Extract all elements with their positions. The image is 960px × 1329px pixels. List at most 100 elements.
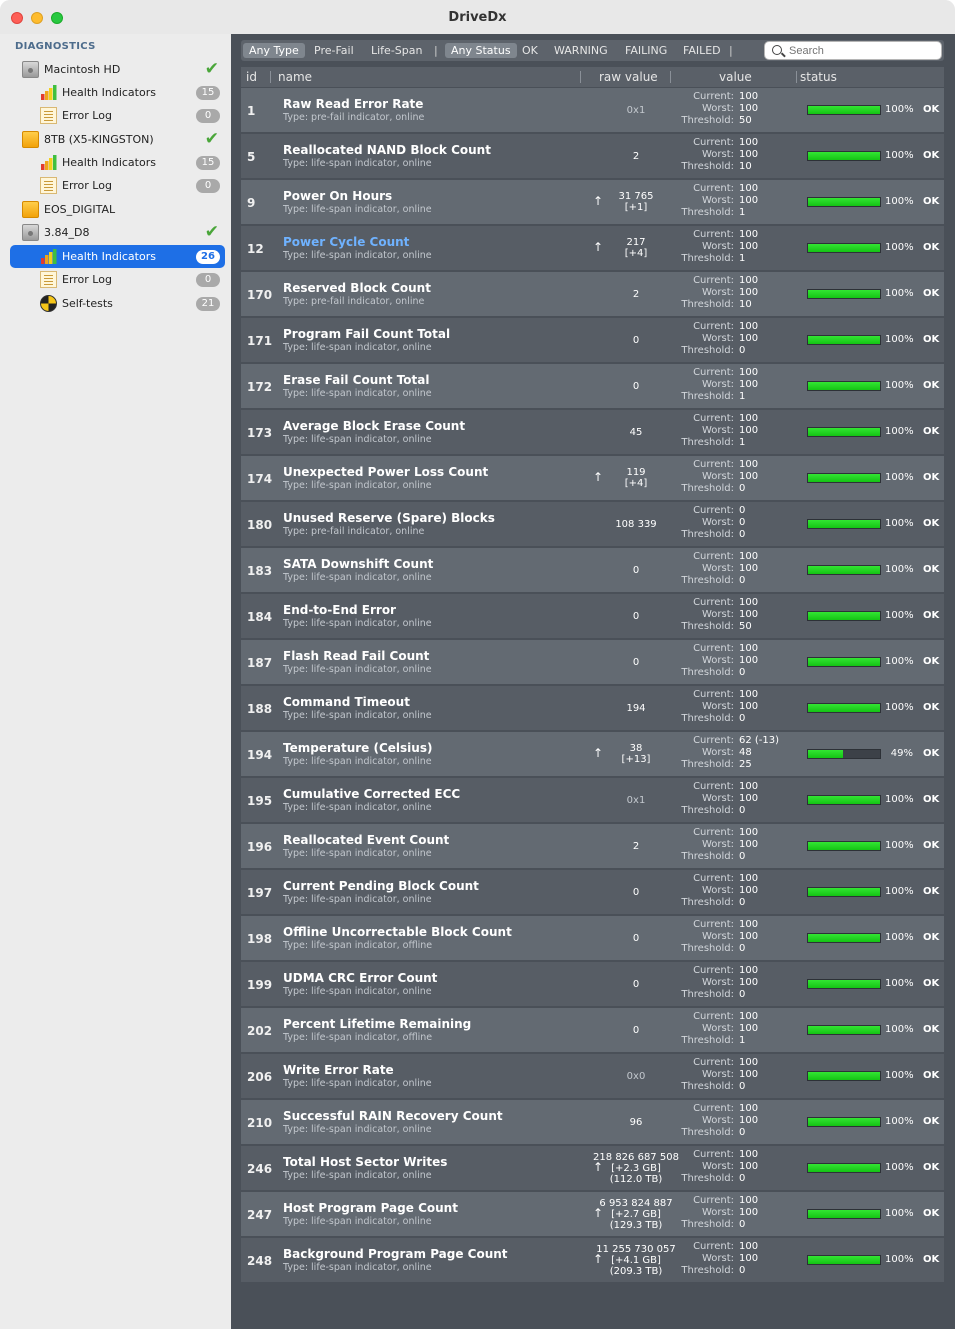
table-row[interactable]: 197 Current Pending Block Count Type: life… xyxy=(241,870,944,914)
table-row[interactable]: 172 Erase Fail Count Total Type: life-span… xyxy=(241,364,944,408)
error-log-icon xyxy=(40,177,57,194)
title-bar: DriveDx xyxy=(0,0,955,34)
threshold-value: 0 xyxy=(739,1173,746,1184)
table-row[interactable]: 9 Power On Hours Type: life-span indicator… xyxy=(241,180,944,224)
sidebar-item[interactable]: Error Log 0 xyxy=(10,174,225,197)
column-name[interactable]: name xyxy=(278,70,312,84)
worst-label: Worst: xyxy=(701,103,734,114)
value-block: Current: 100 Worst: 100 Threshold: 0 xyxy=(681,643,771,679)
threshold-label: Threshold: xyxy=(681,851,734,862)
table-row[interactable]: 183 SATA Downshift Count Type: life-span i… xyxy=(241,548,944,592)
filter-warning[interactable]: WARNING xyxy=(548,43,614,58)
table-row[interactable]: 12 Power Cycle Count Type: life-span indic… xyxy=(241,226,944,270)
count-badge: 15 xyxy=(196,86,220,100)
indicator-type: Type: life-span indicator, offline xyxy=(283,940,433,951)
filter-any-status[interactable]: Any Status xyxy=(445,43,517,58)
table-row[interactable]: 180 Unused Reserve (Spare) Blocks Type: pr… xyxy=(241,502,944,546)
status-text: OK xyxy=(923,748,940,759)
threshold-value: 25 xyxy=(739,759,752,770)
table-row[interactable]: 174 Unexpected Power Loss Count Type: life… xyxy=(241,456,944,500)
table-row[interactable]: 173 Average Block Erase Count Type: life-s… xyxy=(241,410,944,454)
column-value[interactable]: value xyxy=(719,70,752,84)
sidebar-item[interactable]: Self-tests 21 xyxy=(10,292,225,315)
status-text: OK xyxy=(923,978,940,989)
sidebar-item[interactable]: Health Indicators 15 xyxy=(10,81,225,104)
table-row[interactable]: 170 Reserved Block Count Type: pre-fail in… xyxy=(241,272,944,316)
table-row[interactable]: 196 Reallocated Event Count Type: life-spa… xyxy=(241,824,944,868)
sidebar-item[interactable]: EOS_DIGITAL xyxy=(10,198,225,221)
table-row[interactable]: 188 Command Timeout Type: life-span indica… xyxy=(241,686,944,730)
sidebar-item[interactable]: Error Log 0 xyxy=(10,104,225,127)
value-block: Current: 100 Worst: 100 Threshold: 0 xyxy=(681,1195,771,1231)
sidebar-item[interactable]: Health Indicators 15 xyxy=(10,151,225,174)
filter-any-type[interactable]: Any Type xyxy=(243,43,305,58)
sidebar-item-label: Health Indicators xyxy=(62,156,156,169)
table-row[interactable]: 195 Cumulative Corrected ECC Type: life-sp… xyxy=(241,778,944,822)
sidebar-item[interactable]: 3.84_D8 ✔ xyxy=(10,221,225,244)
column-raw-value[interactable]: raw value xyxy=(599,70,658,84)
indicator-name: Current Pending Block Count xyxy=(283,879,479,893)
up-arrow-icon: ↑ xyxy=(593,240,604,254)
worst-value: 100 xyxy=(739,241,759,252)
threshold-label: Threshold: xyxy=(681,897,734,908)
count-badge: 0 xyxy=(196,109,220,123)
threshold-value: 50 xyxy=(739,115,752,126)
table-row[interactable]: 246 Total Host Sector Writes Type: life-sp… xyxy=(241,1146,944,1190)
table-row[interactable]: 206 Write Error Rate Type: life-span indic… xyxy=(241,1054,944,1098)
raw-value: 0 xyxy=(632,932,640,944)
threshold-label: Threshold: xyxy=(681,1173,734,1184)
indicator-id: 170 xyxy=(247,288,273,302)
indicator-name: Background Program Page Count xyxy=(283,1247,508,1261)
sidebar-item[interactable]: 8TB (X5-KINGSTON) ✔ xyxy=(10,128,225,151)
table-row[interactable]: 194 Temperature (Celsius) Type: life-span … xyxy=(241,732,944,776)
table-row[interactable]: 171 Program Fail Count Total Type: life-sp… xyxy=(241,318,944,362)
search-box[interactable] xyxy=(764,41,942,60)
table-row[interactable]: 184 End-to-End Error Type: life-span indic… xyxy=(241,594,944,638)
current-value: 100 xyxy=(739,1149,759,1160)
current-label: Current: xyxy=(693,965,734,976)
column-id[interactable]: id xyxy=(246,70,257,84)
column-divider xyxy=(580,71,581,83)
worst-value: 100 xyxy=(739,1069,759,1080)
column-status[interactable]: status xyxy=(800,70,837,84)
search-input[interactable] xyxy=(789,43,937,58)
indicator-name: SATA Downshift Count xyxy=(283,557,434,571)
sidebar-item-label: Health Indicators xyxy=(62,250,156,263)
table-row[interactable]: 1 Raw Read Error Rate Type: pre-fail indic… xyxy=(241,88,944,132)
table-row[interactable]: 187 Flash Read Fail Count Type: life-span … xyxy=(241,640,944,684)
status-text: OK xyxy=(923,472,940,483)
sidebar-item[interactable]: Error Log 0 xyxy=(10,268,225,291)
threshold-label: Threshold: xyxy=(681,483,734,494)
table-row[interactable]: 210 Successful RAIN Recovery Count Type: l… xyxy=(241,1100,944,1144)
table-row[interactable]: 248 Background Program Page Count Type: li… xyxy=(241,1238,944,1282)
sidebar-item[interactable]: Macintosh HD ✔ xyxy=(10,58,225,81)
indicator-id: 184 xyxy=(247,610,273,624)
raw-value: 0 xyxy=(632,610,640,622)
filter-life-span[interactable]: Life-Span xyxy=(365,43,428,58)
current-label: Current: xyxy=(693,1057,734,1068)
filter-failing[interactable]: FAILING xyxy=(619,43,673,58)
sidebar-item[interactable]: Health Indicators 26 xyxy=(10,245,225,268)
filter-pre-fail[interactable]: Pre-Fail xyxy=(308,43,360,58)
indicator-id: 173 xyxy=(247,426,273,440)
table-row[interactable]: 202 Percent Lifetime Remaining Type: life-… xyxy=(241,1008,944,1052)
table-row[interactable]: 5 Reallocated NAND Block Count Type: life-… xyxy=(241,134,944,178)
table-row[interactable]: 198 Offline Uncorrectable Block Count Type… xyxy=(241,916,944,960)
filter-ok[interactable]: OK xyxy=(516,43,544,58)
up-arrow-icon: ↑ xyxy=(593,194,604,208)
health-progress-fill xyxy=(808,1210,880,1218)
worst-label: Worst: xyxy=(701,1253,734,1264)
indicator-type: Type: life-span indicator, online xyxy=(283,572,432,583)
table-row[interactable]: 247 Host Program Page Count Type: life-spa… xyxy=(241,1192,944,1236)
indicator-type: Type: pre-fail indicator, online xyxy=(283,526,425,537)
count-badge: 0 xyxy=(196,179,220,193)
health-progress-fill xyxy=(808,1256,880,1264)
table-row[interactable]: 199 UDMA CRC Error Count Type: life-span i… xyxy=(241,962,944,1006)
worst-label: Worst: xyxy=(701,885,734,896)
count-badge: 26 xyxy=(196,250,220,264)
value-block: Current: 100 Worst: 100 Threshold: 0 xyxy=(681,1103,771,1139)
worst-label: Worst: xyxy=(701,1115,734,1126)
health-progress-fill xyxy=(808,198,880,206)
filter-failed[interactable]: FAILED xyxy=(677,43,727,58)
current-value: 100 xyxy=(739,1057,759,1068)
